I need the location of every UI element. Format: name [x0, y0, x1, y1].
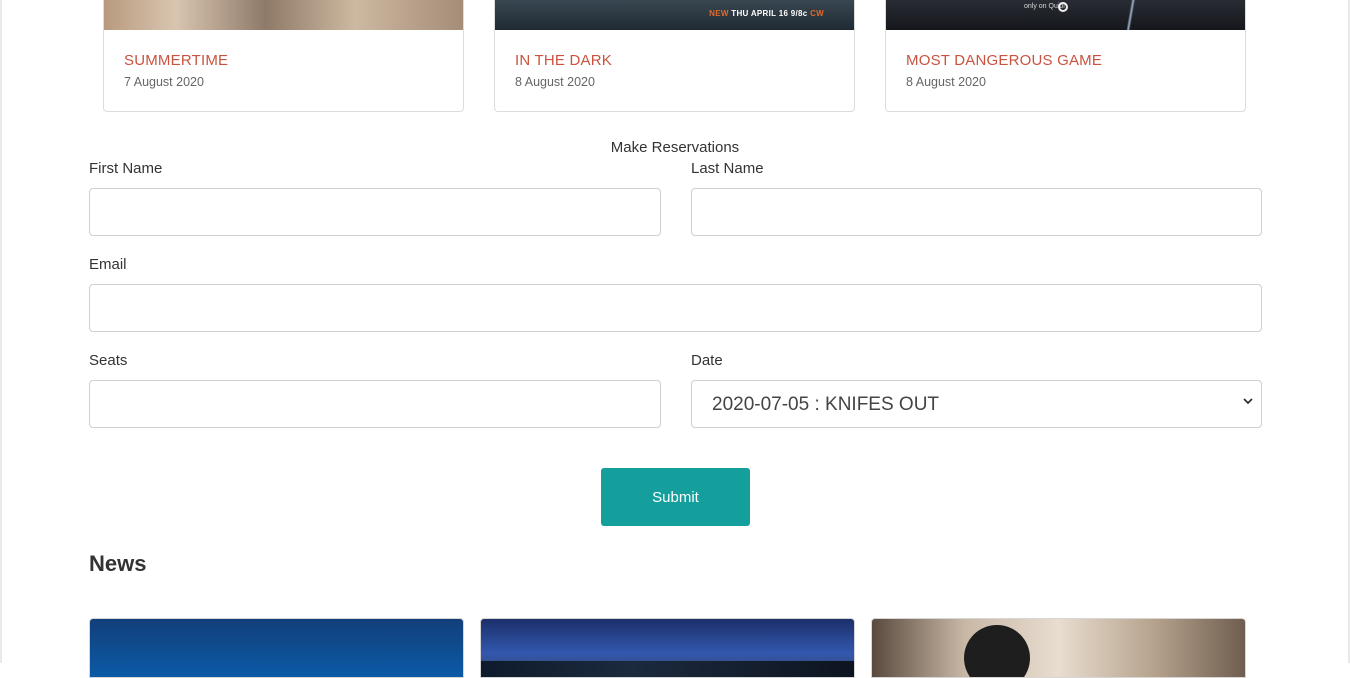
- last-name-label: Last Name: [691, 160, 764, 177]
- email-label: Email: [89, 256, 127, 273]
- last-name-input[interactable]: [691, 188, 1262, 236]
- poster-banner-text: NEW THU APRIL 16 9/8c CW: [709, 9, 824, 18]
- movie-title[interactable]: MOST DANGEROUS GAME: [906, 52, 1102, 69]
- quibi-logo-icon: [1058, 2, 1068, 12]
- news-heading: News: [89, 551, 147, 576]
- tree-silhouette: [481, 661, 854, 677]
- network-logo: CW: [810, 9, 824, 18]
- poster-light-streak: [1124, 0, 1138, 30]
- movie-title[interactable]: IN THE DARK: [515, 52, 612, 69]
- date-select[interactable]: 2020-07-05 : KNIFES OUT: [691, 380, 1262, 428]
- news-card-image[interactable]: [480, 618, 855, 678]
- first-name-label: First Name: [89, 160, 163, 177]
- movie-poster-image[interactable]: NEW THU APRIL 16 9/8c CW: [495, 0, 854, 30]
- movie-date: 7 August 2020: [124, 75, 204, 89]
- movie-card[interactable]: only on Quibi MOST DANGEROUS GAME 8 Augu…: [885, 0, 1246, 112]
- reservation-form-heading: Make Reservations: [610, 139, 740, 156]
- email-input[interactable]: [89, 284, 1262, 332]
- first-name-input[interactable]: [89, 188, 661, 236]
- movie-card[interactable]: SUMMERTIME 7 August 2020: [103, 0, 464, 112]
- movie-poster-image[interactable]: [104, 0, 463, 30]
- movie-title[interactable]: SUMMERTIME: [124, 52, 228, 69]
- movie-date: 8 August 2020: [515, 75, 595, 89]
- submit-button[interactable]: Submit: [601, 468, 750, 526]
- seats-input[interactable]: [89, 380, 661, 428]
- vinyl-record-image: [964, 625, 1030, 677]
- movie-card[interactable]: NEW THU APRIL 16 9/8c CW IN THE DARK 8 A…: [494, 0, 855, 112]
- date-select-value: 2020-07-05 : KNIFES OUT: [712, 394, 940, 415]
- date-label: Date: [691, 352, 723, 369]
- page-edge-left: [0, 0, 2, 663]
- movie-date: 8 August 2020: [906, 75, 986, 89]
- seats-label: Seats: [89, 352, 128, 369]
- news-card-image[interactable]: [871, 618, 1246, 678]
- news-card-image[interactable]: [89, 618, 464, 678]
- movie-poster-image[interactable]: only on Quibi: [886, 0, 1245, 30]
- chevron-down-icon: [1243, 394, 1253, 411]
